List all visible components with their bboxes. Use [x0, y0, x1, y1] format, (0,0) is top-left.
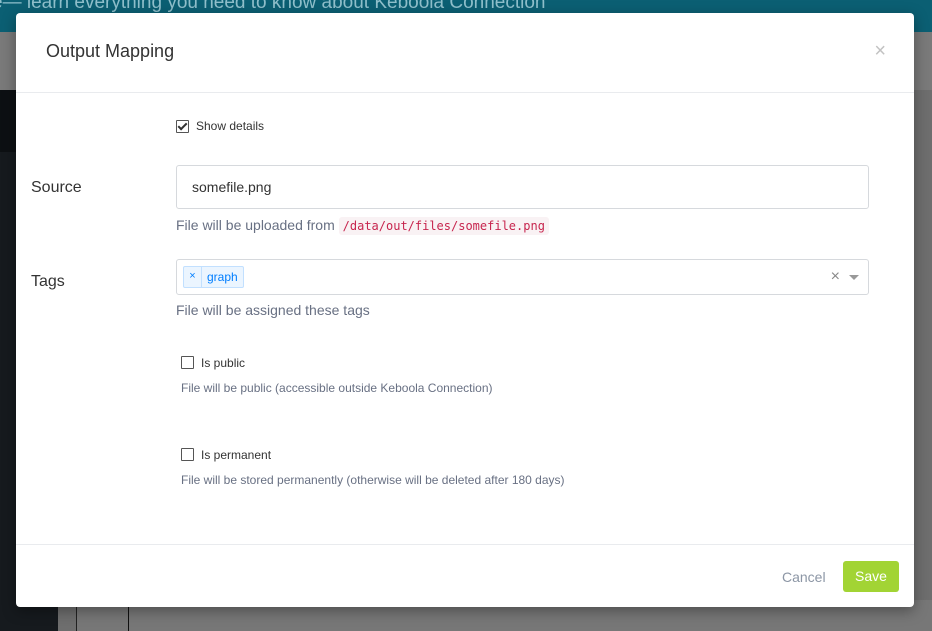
- is-permanent-label[interactable]: Is permanent: [201, 448, 271, 462]
- source-help-text: File will be uploaded from: [176, 217, 335, 233]
- tag-remove-icon[interactable]: ×: [184, 267, 202, 287]
- is-public-help: File will be public (accessible outside …: [181, 381, 493, 395]
- tags-multiselect[interactable]: × graph ×: [176, 259, 869, 295]
- tags-label: Tags: [31, 273, 65, 290]
- tags-help: File will be assigned these tags: [176, 302, 370, 318]
- source-label: Source: [31, 179, 82, 196]
- modal-header: Output Mapping ×: [16, 13, 914, 93]
- modal-title: Output Mapping: [46, 41, 175, 61]
- modal-footer: Cancel Save: [16, 544, 914, 608]
- is-public-label[interactable]: Is public: [201, 356, 245, 370]
- source-path: /data/out/files/somefile.png: [338, 217, 549, 235]
- source-input[interactable]: somefile.png: [176, 165, 869, 209]
- show-details-label[interactable]: Show details: [196, 119, 264, 133]
- clear-tags-icon[interactable]: ×: [831, 268, 840, 286]
- chevron-down-icon[interactable]: [849, 275, 859, 280]
- cancel-button[interactable]: Cancel: [782, 569, 826, 585]
- is-permanent-help: File will be stored permanently (otherwi…: [181, 473, 565, 487]
- is-permanent-checkbox[interactable]: [181, 448, 194, 461]
- is-public-checkbox[interactable]: [181, 356, 194, 369]
- save-button[interactable]: Save: [843, 561, 899, 592]
- source-input-value: somefile.png: [192, 179, 272, 195]
- source-help: File will be uploaded from /data/out/fil…: [176, 217, 549, 235]
- announcement-text: e— learn everything you need to know abo…: [0, 0, 546, 13]
- show-details-checkbox[interactable]: [176, 120, 189, 133]
- tag-graph: × graph: [183, 266, 244, 288]
- close-icon[interactable]: ×: [874, 39, 886, 63]
- output-mapping-modal: Output Mapping × Show details Source som…: [16, 13, 914, 607]
- tag-label: graph: [207, 270, 238, 284]
